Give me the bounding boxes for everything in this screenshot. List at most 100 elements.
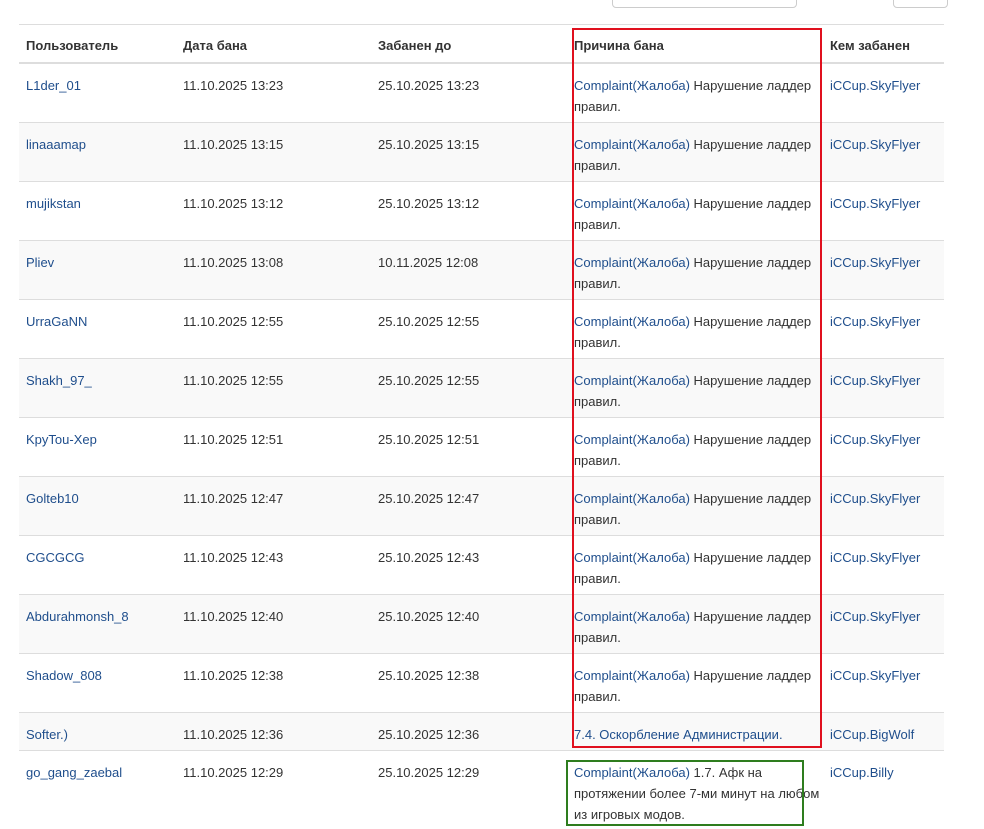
user-link[interactable]: L1der_01 (26, 78, 81, 93)
banned-until-cell: 25.10.2025 12:29 (378, 765, 480, 780)
reason-link[interactable]: Complaint(Жалоба) (574, 550, 690, 565)
ban-date-cell: 11.10.2025 12:55 (183, 373, 284, 388)
ban-date-cell: 11.10.2025 12:47 (183, 491, 284, 506)
banned-by-link[interactable]: iCCup.Billy (830, 765, 894, 780)
table-row: Abdurahmonsh_8 11.10.2025 12:40 25.10.2025… (19, 594, 944, 653)
reason-link[interactable]: Complaint(Жалоба) (574, 255, 690, 270)
search-input[interactable] (612, 0, 797, 8)
user-link[interactable]: linaaamap (26, 137, 86, 152)
reason-cell: Complaint(Жалоба) Нарушение ладдер прави… (574, 64, 822, 117)
banned-until-cell: 25.10.2025 12:43 (378, 550, 480, 565)
banned-until-cell: 25.10.2025 12:36 (378, 727, 480, 742)
banned-until-cell: 10.11.2025 12:08 (378, 255, 479, 270)
reason-link[interactable]: Complaint(Жалоба) (574, 196, 690, 211)
user-link[interactable]: KpyTou-Xep (26, 432, 97, 447)
reason-link[interactable]: Complaint(Жалоба) (574, 373, 690, 388)
banned-by-link[interactable]: iCCup.SkyFlyer (830, 314, 920, 329)
banned-by-link[interactable]: iCCup.SkyFlyer (830, 255, 920, 270)
banned-by-link[interactable]: iCCup.SkyFlyer (830, 373, 920, 388)
reason-link[interactable]: Complaint(Жалоба) (574, 78, 690, 93)
reason-cell: Complaint(Жалоба) Нарушение ладдер прави… (574, 477, 822, 530)
ban-date-cell: 11.10.2025 12:40 (183, 609, 284, 624)
reason-cell: Complaint(Жалоба) Нарушение ладдер прави… (574, 654, 822, 707)
user-link[interactable]: go_gang_zaebal (26, 765, 122, 780)
banned-by-link[interactable]: iCCup.SkyFlyer (830, 137, 920, 152)
header-banned-by: Кем забанен (830, 38, 910, 53)
table-row: Golteb10 11.10.2025 12:47 25.10.2025 12:47… (19, 476, 944, 535)
table-row: L1der_01 11.10.2025 13:23 25.10.2025 13:23… (19, 63, 944, 122)
ban-date-cell: 11.10.2025 12:36 (183, 727, 284, 742)
top-bar (0, 0, 984, 24)
user-link[interactable]: Shakh_97_ (26, 373, 92, 388)
banned-by-link[interactable]: iCCup.SkyFlyer (830, 491, 920, 506)
banned-by-link[interactable]: iCCup.SkyFlyer (830, 550, 920, 565)
user-link[interactable]: Golteb10 (26, 491, 79, 506)
reason-link[interactable]: Complaint(Жалоба) (574, 765, 690, 780)
table-row: CGCGCG 11.10.2025 12:43 25.10.2025 12:43 Co… (19, 535, 944, 594)
header-reason: Причина бана (574, 38, 664, 53)
table-header-row: Пользователь Дата бана Забанен до Причин… (19, 24, 944, 63)
table-row: KpyTou-Xep 11.10.2025 12:51 25.10.2025 12:… (19, 417, 944, 476)
reason-cell: Complaint(Жалоба) Нарушение ладдер прави… (574, 418, 822, 471)
banned-until-cell: 25.10.2025 13:15 (378, 137, 480, 152)
user-link[interactable]: mujikstan (26, 196, 81, 211)
reason-link[interactable]: Complaint(Жалоба) (574, 491, 690, 506)
table-body: L1der_01 11.10.2025 13:23 25.10.2025 13:23… (19, 63, 944, 829)
table-row: mujikstan 11.10.2025 13:12 25.10.2025 13:1… (19, 181, 944, 240)
banned-by-link[interactable]: iCCup.SkyFlyer (830, 196, 920, 211)
banned-until-cell: 25.10.2025 13:23 (378, 78, 480, 93)
table-row: Shakh_97_ 11.10.2025 12:55 25.10.2025 12:5… (19, 358, 944, 417)
ban-date-cell: 11.10.2025 13:12 (183, 196, 284, 211)
reason-link[interactable]: Complaint(Жалоба) (574, 137, 690, 152)
table-row: Pliev 11.10.2025 13:08 10.11.2025 12:08 Com… (19, 240, 944, 299)
banned-until-cell: 25.10.2025 12:55 (378, 314, 480, 329)
reason-cell: Complaint(Жалоба) Нарушение ладдер прави… (574, 300, 822, 353)
ban-date-cell: 11.10.2025 12:38 (183, 668, 284, 683)
banned-until-cell: 25.10.2025 12:55 (378, 373, 480, 388)
banned-until-cell: 25.10.2025 12:51 (378, 432, 480, 447)
table-row: linaaamap 11.10.2025 13:15 25.10.2025 13:1… (19, 122, 944, 181)
user-link[interactable]: CGCGCG (26, 550, 85, 565)
ban-date-cell: 11.10.2025 13:08 (183, 255, 284, 270)
table-row: Shadow_808 11.10.2025 12:38 25.10.2025 12:… (19, 653, 944, 712)
user-link[interactable]: Shadow_808 (26, 668, 102, 683)
reason-cell: Complaint(Жалоба) Нарушение ладдер прави… (574, 241, 822, 294)
ban-date-cell: 11.10.2025 13:15 (183, 137, 284, 152)
header-banned-until: Забанен до (378, 38, 452, 53)
reason-link[interactable]: Complaint(Жалоба) (574, 314, 690, 329)
user-link[interactable]: Pliev (26, 255, 54, 270)
ban-date-cell: 11.10.2025 12:55 (183, 314, 284, 329)
ban-date-cell: 11.10.2025 13:23 (183, 78, 284, 93)
reason-cell: Complaint(Жалоба) Нарушение ладдер прави… (574, 595, 822, 648)
reason-cell: Complaint(Жалоба) Нарушение ладдер прави… (574, 123, 822, 176)
banned-until-cell: 25.10.2025 12:47 (378, 491, 480, 506)
banned-by-link[interactable]: iCCup.SkyFlyer (830, 78, 920, 93)
banned-by-link[interactable]: iCCup.SkyFlyer (830, 432, 920, 447)
banned-by-link[interactable]: iCCup.BigWolf (830, 727, 914, 742)
reason-cell: Complaint(Жалоба) Нарушение ладдер прави… (574, 182, 822, 235)
reason-cell: Complaint(Жалоба) Нарушение ладдер прави… (574, 536, 822, 589)
banned-by-link[interactable]: iCCup.SkyFlyer (830, 668, 920, 683)
reason-link[interactable]: Complaint(Жалоба) (574, 668, 690, 683)
reason-link[interactable]: Complaint(Жалоба) (574, 432, 690, 447)
search-button[interactable] (893, 0, 948, 8)
header-user: Пользователь (26, 38, 119, 53)
user-link[interactable]: UrraGaNN (26, 314, 87, 329)
reason-link[interactable]: Complaint(Жалоба) (574, 609, 690, 624)
user-link[interactable]: Softer.) (26, 727, 68, 742)
ban-date-cell: 11.10.2025 12:29 (183, 765, 284, 780)
banned-by-link[interactable]: iCCup.SkyFlyer (830, 609, 920, 624)
reason-cell: 7.4. Оскорбление Администрации. (574, 713, 822, 745)
table-row: go_gang_zaebal 11.10.2025 12:29 25.10.2025… (19, 750, 944, 829)
table-row: Softer.) 11.10.2025 12:36 25.10.2025 12:36… (19, 712, 944, 750)
header-ban-date: Дата бана (183, 38, 248, 53)
reason-cell: Complaint(Жалоба) 1.7. Афк на протяжении… (574, 751, 822, 825)
user-link[interactable]: Abdurahmonsh_8 (26, 609, 129, 624)
bans-table: Пользователь Дата бана Забанен до Причин… (19, 24, 944, 829)
banned-until-cell: 25.10.2025 12:38 (378, 668, 480, 683)
reason-cell: Complaint(Жалоба) Нарушение ладдер прави… (574, 359, 822, 412)
table-row: UrraGaNN 11.10.2025 12:55 25.10.2025 12:55… (19, 299, 944, 358)
reason-link[interactable]: 7.4. Оскорбление Администрации. (574, 727, 783, 742)
ban-date-cell: 11.10.2025 12:43 (183, 550, 284, 565)
ban-date-cell: 11.10.2025 12:51 (183, 432, 284, 447)
